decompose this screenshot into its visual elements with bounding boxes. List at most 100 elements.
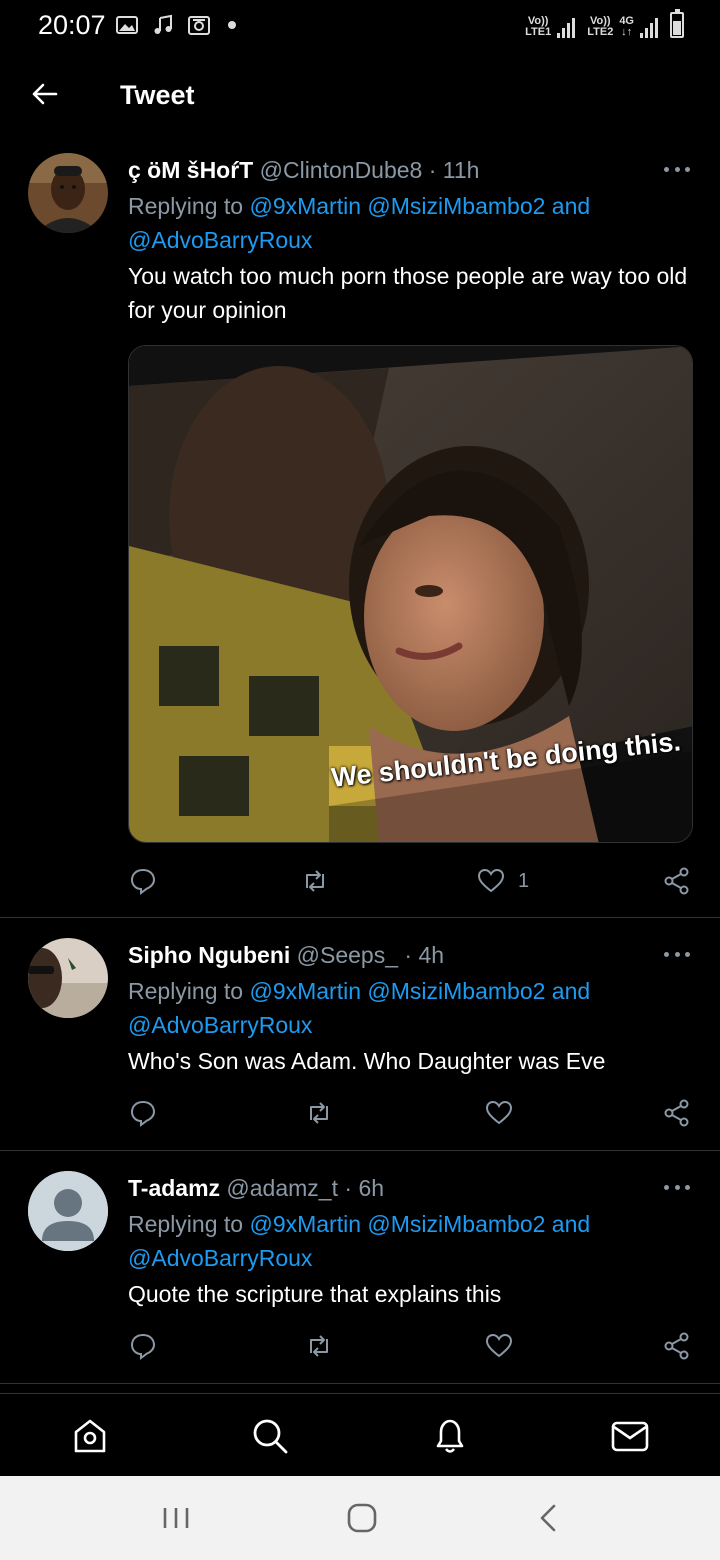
tweet-header: ç öM šHoŕT @ClintonDube8 · 11h <box>128 157 479 184</box>
system-nav-bar <box>0 1476 720 1560</box>
avatar[interactable] <box>28 938 108 1018</box>
tweet-header: T-adamz @adamz_t · 6h <box>128 1175 384 1202</box>
mention-link[interactable]: @AdvoBarryRoux <box>128 227 312 253</box>
status-time: 20:07 <box>38 10 106 40</box>
reply-button[interactable] <box>128 864 158 898</box>
like-count: 1 <box>518 869 530 892</box>
default-avatar-icon <box>28 1171 108 1251</box>
retweet-button[interactable] <box>304 1096 334 1130</box>
timestamp: 11h <box>442 157 480 183</box>
tweet-actions: 1 <box>128 864 698 898</box>
tweet-text: You watch too much porn those people are… <box>128 263 688 323</box>
mention-link[interactable]: @9xMartin @MsiziMbambo2 <box>249 978 545 1004</box>
home-icon[interactable] <box>70 1416 110 1456</box>
handle[interactable]: @ClintonDube8 <box>260 157 423 183</box>
replying-to: Replying to @9xMartin @MsiziMbambo2 and … <box>128 1207 698 1275</box>
divider <box>0 1383 720 1384</box>
separator: · <box>404 942 413 968</box>
retweet-button[interactable] <box>300 864 330 898</box>
separator: · <box>428 157 437 183</box>
retweet-icon <box>310 1102 328 1124</box>
mention-link[interactable]: @9xMartin @MsiziMbambo2 <box>249 1211 545 1237</box>
top-bar: Tweet <box>0 60 720 132</box>
retweet-button[interactable] <box>304 1329 334 1363</box>
more-icon[interactable] <box>664 1185 690 1193</box>
avatar[interactable] <box>28 153 108 233</box>
heart-icon <box>477 868 505 893</box>
heart-icon <box>485 1333 513 1358</box>
share-button[interactable] <box>662 1096 692 1130</box>
home-circle-icon[interactable] <box>344 1502 380 1534</box>
data-arrows-icon: ↓↑ <box>621 26 633 38</box>
sim1-sub: LTE1 <box>525 26 552 38</box>
battery-icon <box>670 9 684 38</box>
arrow-left-icon[interactable] <box>28 78 60 110</box>
display-name[interactable]: Sipho Ngubeni <box>128 942 290 968</box>
dot-icon <box>228 21 236 29</box>
display-name[interactable]: T-adamz <box>128 1175 220 1201</box>
mention-link[interactable]: @9xMartin @MsiziMbambo2 <box>249 193 545 219</box>
timestamp: 6h <box>358 1175 385 1201</box>
sim2-sub: LTE2 <box>587 26 614 38</box>
and-link[interactable]: and <box>552 1211 590 1237</box>
reply-icon <box>130 1100 156 1127</box>
signal-icon <box>557 16 576 38</box>
replying-to: Replying to @9xMartin @MsiziMbambo2 and … <box>128 189 698 257</box>
like-button[interactable] <box>484 1329 526 1363</box>
tweet-actions <box>128 1329 698 1363</box>
music-icon <box>154 14 172 34</box>
like-button[interactable] <box>484 1096 526 1130</box>
avatar[interactable] <box>28 1171 108 1251</box>
replying-prefix: Replying to <box>128 978 244 1004</box>
back-chevron-icon[interactable] <box>532 1502 568 1534</box>
share-icon <box>664 867 689 895</box>
more-icon[interactable] <box>664 952 690 960</box>
share-button[interactable] <box>662 1329 692 1363</box>
replying-to: Replying to @9xMartin @MsiziMbambo2 and … <box>128 974 698 1042</box>
bell-icon[interactable] <box>430 1416 470 1456</box>
share-icon <box>664 1099 689 1127</box>
sim2-indicator: Vo)) LTE2 <box>587 16 613 38</box>
radio-icon <box>188 16 210 35</box>
retweet-icon <box>306 870 324 892</box>
bottom-tab-bar <box>0 1393 720 1476</box>
tweet-2[interactable]: Sipho Ngubeni @Seeps_ · 4h Replying to @… <box>0 918 720 1150</box>
network-indicator: 4G ↓↑ <box>619 16 634 38</box>
handle[interactable]: @Seeps_ <box>297 942 398 968</box>
like-button[interactable]: 1 <box>476 864 529 898</box>
mention-link[interactable]: @AdvoBarryRoux <box>128 1245 312 1271</box>
image-icon <box>116 16 138 34</box>
and-link[interactable]: and <box>552 193 590 219</box>
display-name[interactable]: ç öM šHoŕT <box>128 157 253 183</box>
heart-icon <box>485 1100 513 1125</box>
tweet-3[interactable]: T-adamz @adamz_t · 6h Replying to @9xMar… <box>0 1151 720 1383</box>
reply-icon <box>130 868 156 895</box>
notification-icons <box>116 14 236 36</box>
timestamp: 4h <box>418 942 445 968</box>
share-button[interactable] <box>662 864 692 898</box>
handle[interactable]: @adamz_t <box>226 1175 338 1201</box>
separator: · <box>344 1175 353 1201</box>
reply-button[interactable] <box>128 1096 158 1130</box>
tweet-actions <box>128 1096 698 1130</box>
sim1-indicator: Vo)) LTE1 <box>525 16 551 38</box>
tweet-text: Who's Son was Adam. Who Daughter was Eve <box>128 1048 606 1074</box>
status-right: Vo)) LTE1 Vo)) LTE2 4G ↓↑ <box>525 9 684 38</box>
mail-icon[interactable] <box>610 1416 650 1456</box>
retweet-icon <box>310 1335 328 1357</box>
reply-icon <box>130 1333 156 1360</box>
more-icon[interactable] <box>664 167 690 175</box>
mention-link[interactable]: @AdvoBarryRoux <box>128 1012 312 1038</box>
share-icon <box>664 1332 689 1360</box>
tweet-header: Sipho Ngubeni @Seeps_ · 4h <box>128 942 444 969</box>
reply-button[interactable] <box>128 1329 158 1363</box>
search-icon[interactable] <box>250 1416 290 1456</box>
and-link[interactable]: and <box>552 978 590 1004</box>
tweet-1[interactable]: ç öM šHoŕT @ClintonDube8 · 11h Replying … <box>0 140 720 918</box>
recents-icon[interactable] <box>158 1502 194 1534</box>
replying-prefix: Replying to <box>128 193 244 219</box>
replying-prefix: Replying to <box>128 1211 244 1237</box>
signal-icon-2 <box>640 16 658 38</box>
status-bar: 20:07 Vo)) LTE1 Vo)) LTE2 4G ↓↑ <box>0 0 720 52</box>
page-title: Tweet <box>120 80 195 110</box>
